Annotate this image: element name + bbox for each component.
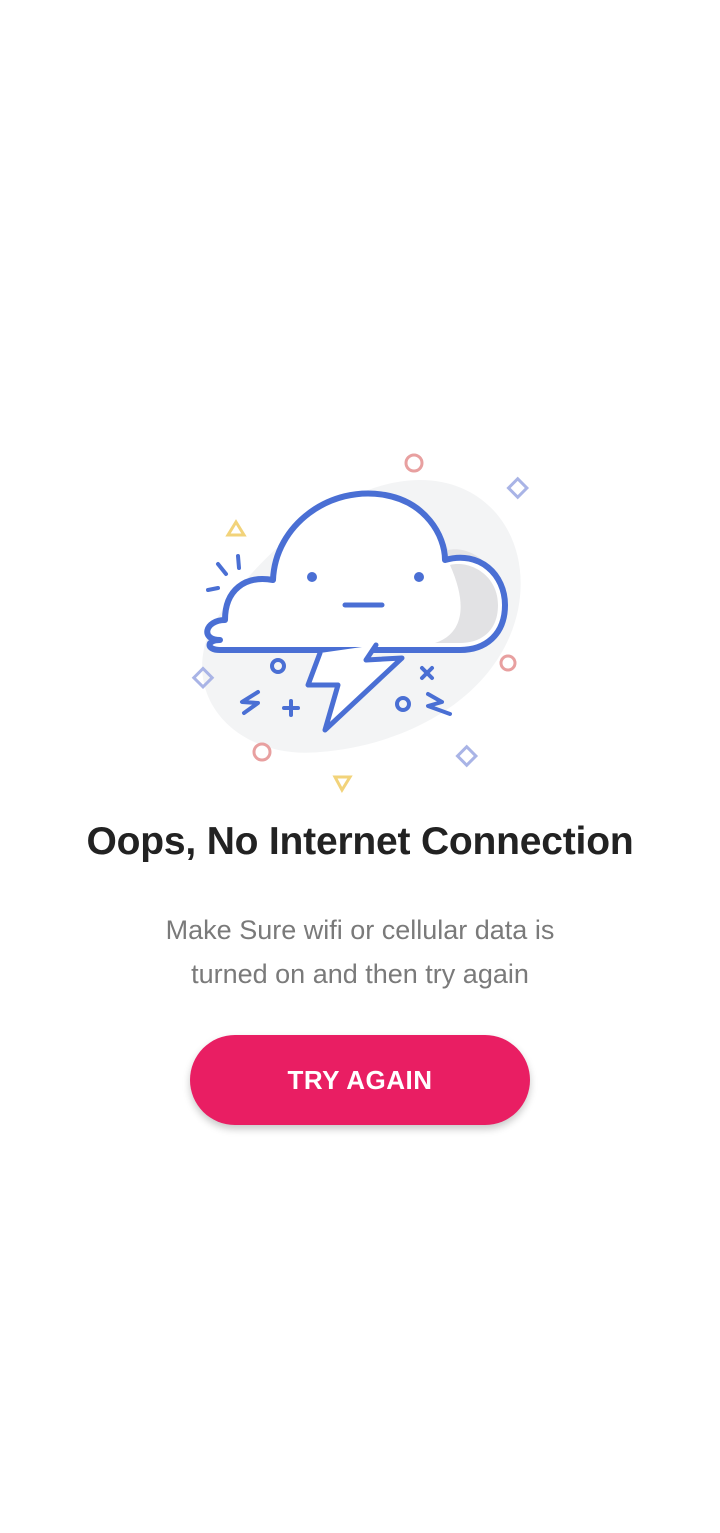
- page-title: Oops, No Internet Connection: [86, 820, 634, 863]
- no-connection-screen: Oops, No Internet Connection Make Sure w…: [0, 0, 720, 1533]
- error-message-line-2: turned on and then try again: [191, 959, 529, 989]
- error-message: Make Sure wifi or cellular data is turne…: [130, 908, 590, 996]
- no-connection-illustration: [170, 440, 550, 810]
- cloud-with-lightning-icon: [191, 453, 530, 794]
- error-message-line-1: Make Sure wifi or cellular data is: [165, 915, 555, 945]
- try-again-button[interactable]: TRY AGAIN: [190, 1035, 530, 1125]
